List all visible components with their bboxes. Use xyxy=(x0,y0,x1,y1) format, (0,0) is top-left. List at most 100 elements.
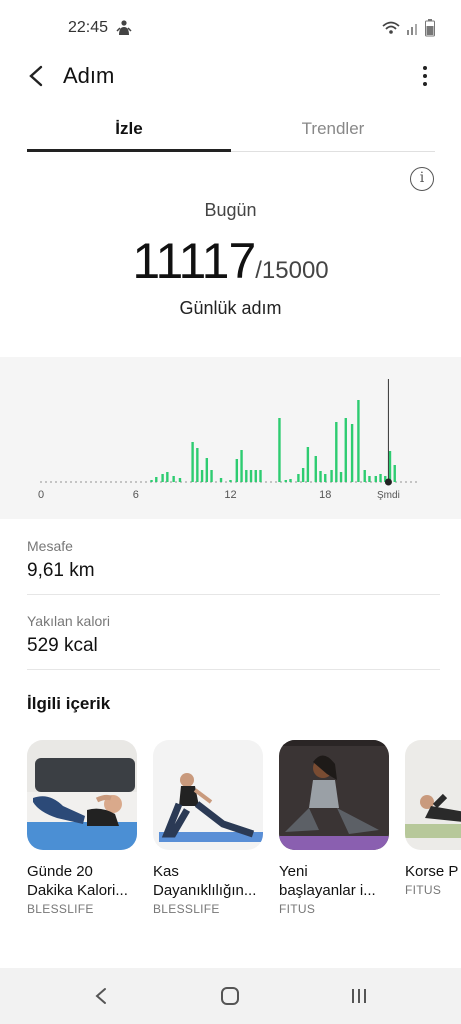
chart-baseline-dot xyxy=(95,481,97,483)
related-content-carousel[interactable]: Günde 20 Dakika Kalori... BLESSLIFE Kas … xyxy=(27,740,461,920)
chart-bar xyxy=(278,418,281,482)
signal-icon xyxy=(407,24,417,35)
chart-bar xyxy=(357,400,360,482)
chart-baseline-dot xyxy=(75,481,77,483)
chart-bar xyxy=(344,418,347,482)
chart-bar xyxy=(289,479,292,482)
chart-baseline-dot xyxy=(300,481,302,483)
chart-bar xyxy=(363,470,366,482)
content-card[interactable]: Korse P FITUS xyxy=(405,740,461,897)
steps-goal: /15000 xyxy=(255,257,329,284)
chart-bar xyxy=(191,442,194,482)
page-title: Adım xyxy=(63,63,115,88)
chart-baseline-dot xyxy=(105,481,107,483)
content-card-title: Günde 20 Dakika Kalori... xyxy=(27,863,128,899)
chart-baseline-dot xyxy=(125,481,127,483)
calories-label: Yakılan kalori xyxy=(27,613,111,629)
nav-recents-icon xyxy=(352,989,366,1003)
chart-bar xyxy=(205,458,209,482)
chart-x-tick-label: Şmdi xyxy=(377,490,400,501)
chart-baseline-dot xyxy=(135,481,137,483)
chart-baseline-dot xyxy=(265,481,267,483)
steps-summary: 11117/15000 xyxy=(0,232,461,290)
notification-icon xyxy=(116,20,132,35)
chart-baseline-dot xyxy=(355,481,357,483)
chart-bar xyxy=(388,451,392,482)
chart-bar xyxy=(393,465,396,482)
chart-bar xyxy=(166,472,169,482)
chart-x-tick-label: 12 xyxy=(224,489,236,501)
chart-baseline-dot xyxy=(140,481,142,483)
chart-baseline-dot xyxy=(295,481,297,483)
workout-thumbnail xyxy=(27,740,137,850)
calories-stat[interactable]: Yakılan kalori 529 kcal xyxy=(27,613,440,657)
distance-label: Mesafe xyxy=(27,538,73,554)
chart-bar xyxy=(259,470,262,482)
chart-bar xyxy=(314,456,317,482)
chart-bar xyxy=(161,474,164,482)
chart-bar xyxy=(172,476,175,482)
content-card[interactable]: Yeni başlayanlar i... FITUS xyxy=(279,740,389,916)
chart-baseline-dot xyxy=(310,481,312,483)
more-options-button[interactable] xyxy=(413,62,437,90)
chart-bar xyxy=(219,478,223,482)
content-card-provider: BLESSLIFE xyxy=(153,902,220,916)
tab-trendler[interactable]: Trendler xyxy=(231,110,435,150)
chart-bar xyxy=(155,477,158,482)
steps-chart-svg: 0 6 12 18 Şmdi xyxy=(38,379,417,501)
chart-bar xyxy=(235,459,239,482)
chart-baseline-dot xyxy=(110,481,112,483)
content-card-provider: FITUS xyxy=(405,883,442,897)
chart-bar xyxy=(339,472,343,482)
system-nav-bar xyxy=(0,968,461,1024)
chart-bar xyxy=(379,474,382,482)
chart-baseline-dot xyxy=(100,481,102,483)
chart-baseline-dot xyxy=(50,481,52,483)
chart-bar xyxy=(301,468,305,482)
content-card[interactable]: Günde 20 Dakika Kalori... BLESSLIFE xyxy=(27,740,137,916)
nav-back-button[interactable] xyxy=(86,982,116,1010)
nav-home-button[interactable] xyxy=(215,982,245,1010)
chart-baseline-dot xyxy=(215,481,217,483)
chart-bar xyxy=(229,480,232,482)
chart-bar xyxy=(324,474,327,482)
app-bar: Adım xyxy=(0,56,461,96)
chart-baseline-dot xyxy=(270,481,272,483)
workout-thumbnail xyxy=(153,740,263,850)
chart-bar xyxy=(284,480,287,482)
chart-bar xyxy=(150,480,153,482)
content-card-provider: BLESSLIFE xyxy=(27,902,94,916)
chart-baseline-dot xyxy=(405,481,407,483)
chart-baseline-dot xyxy=(65,481,67,483)
nav-home-icon xyxy=(221,987,239,1005)
tab-izle[interactable]: İzle xyxy=(27,110,231,152)
related-content-title: İlgili içerik xyxy=(27,694,111,713)
chart-baseline-dot xyxy=(70,481,72,483)
chart-bar xyxy=(350,424,354,482)
chart-bar xyxy=(335,422,338,482)
workout-thumbnail xyxy=(405,740,461,850)
chart-bar xyxy=(330,470,333,482)
chart-baseline-dot xyxy=(55,481,57,483)
chart-baseline-dot xyxy=(120,481,122,483)
hourly-steps-chart[interactable]: 0 6 12 18 Şmdi xyxy=(0,357,461,519)
content-card-title: Korse P xyxy=(405,863,459,880)
chart-now-dot xyxy=(384,478,392,486)
chart-baseline-dot xyxy=(170,481,172,483)
nav-recents-button[interactable] xyxy=(344,982,374,1010)
content-card[interactable]: Kas Dayanıklılığın... BLESSLIFE xyxy=(153,740,263,916)
distance-stat[interactable]: Mesafe 9,61 km xyxy=(27,538,440,582)
back-button[interactable] xyxy=(22,62,50,90)
wifi-icon xyxy=(382,21,400,34)
chart-baseline-dot xyxy=(415,481,417,483)
chart-bar xyxy=(210,470,213,482)
divider xyxy=(27,594,440,595)
chart-bar xyxy=(368,476,371,482)
info-icon[interactable]: i xyxy=(410,167,434,191)
chart-baseline-dot xyxy=(400,481,402,483)
chart-bar xyxy=(196,448,199,482)
distance-value: 9,61 km xyxy=(27,560,95,581)
calories-value: 529 kcal xyxy=(27,635,98,656)
chevron-left-icon xyxy=(29,65,43,87)
content-card-title: Kas Dayanıklılığın... xyxy=(153,863,257,899)
